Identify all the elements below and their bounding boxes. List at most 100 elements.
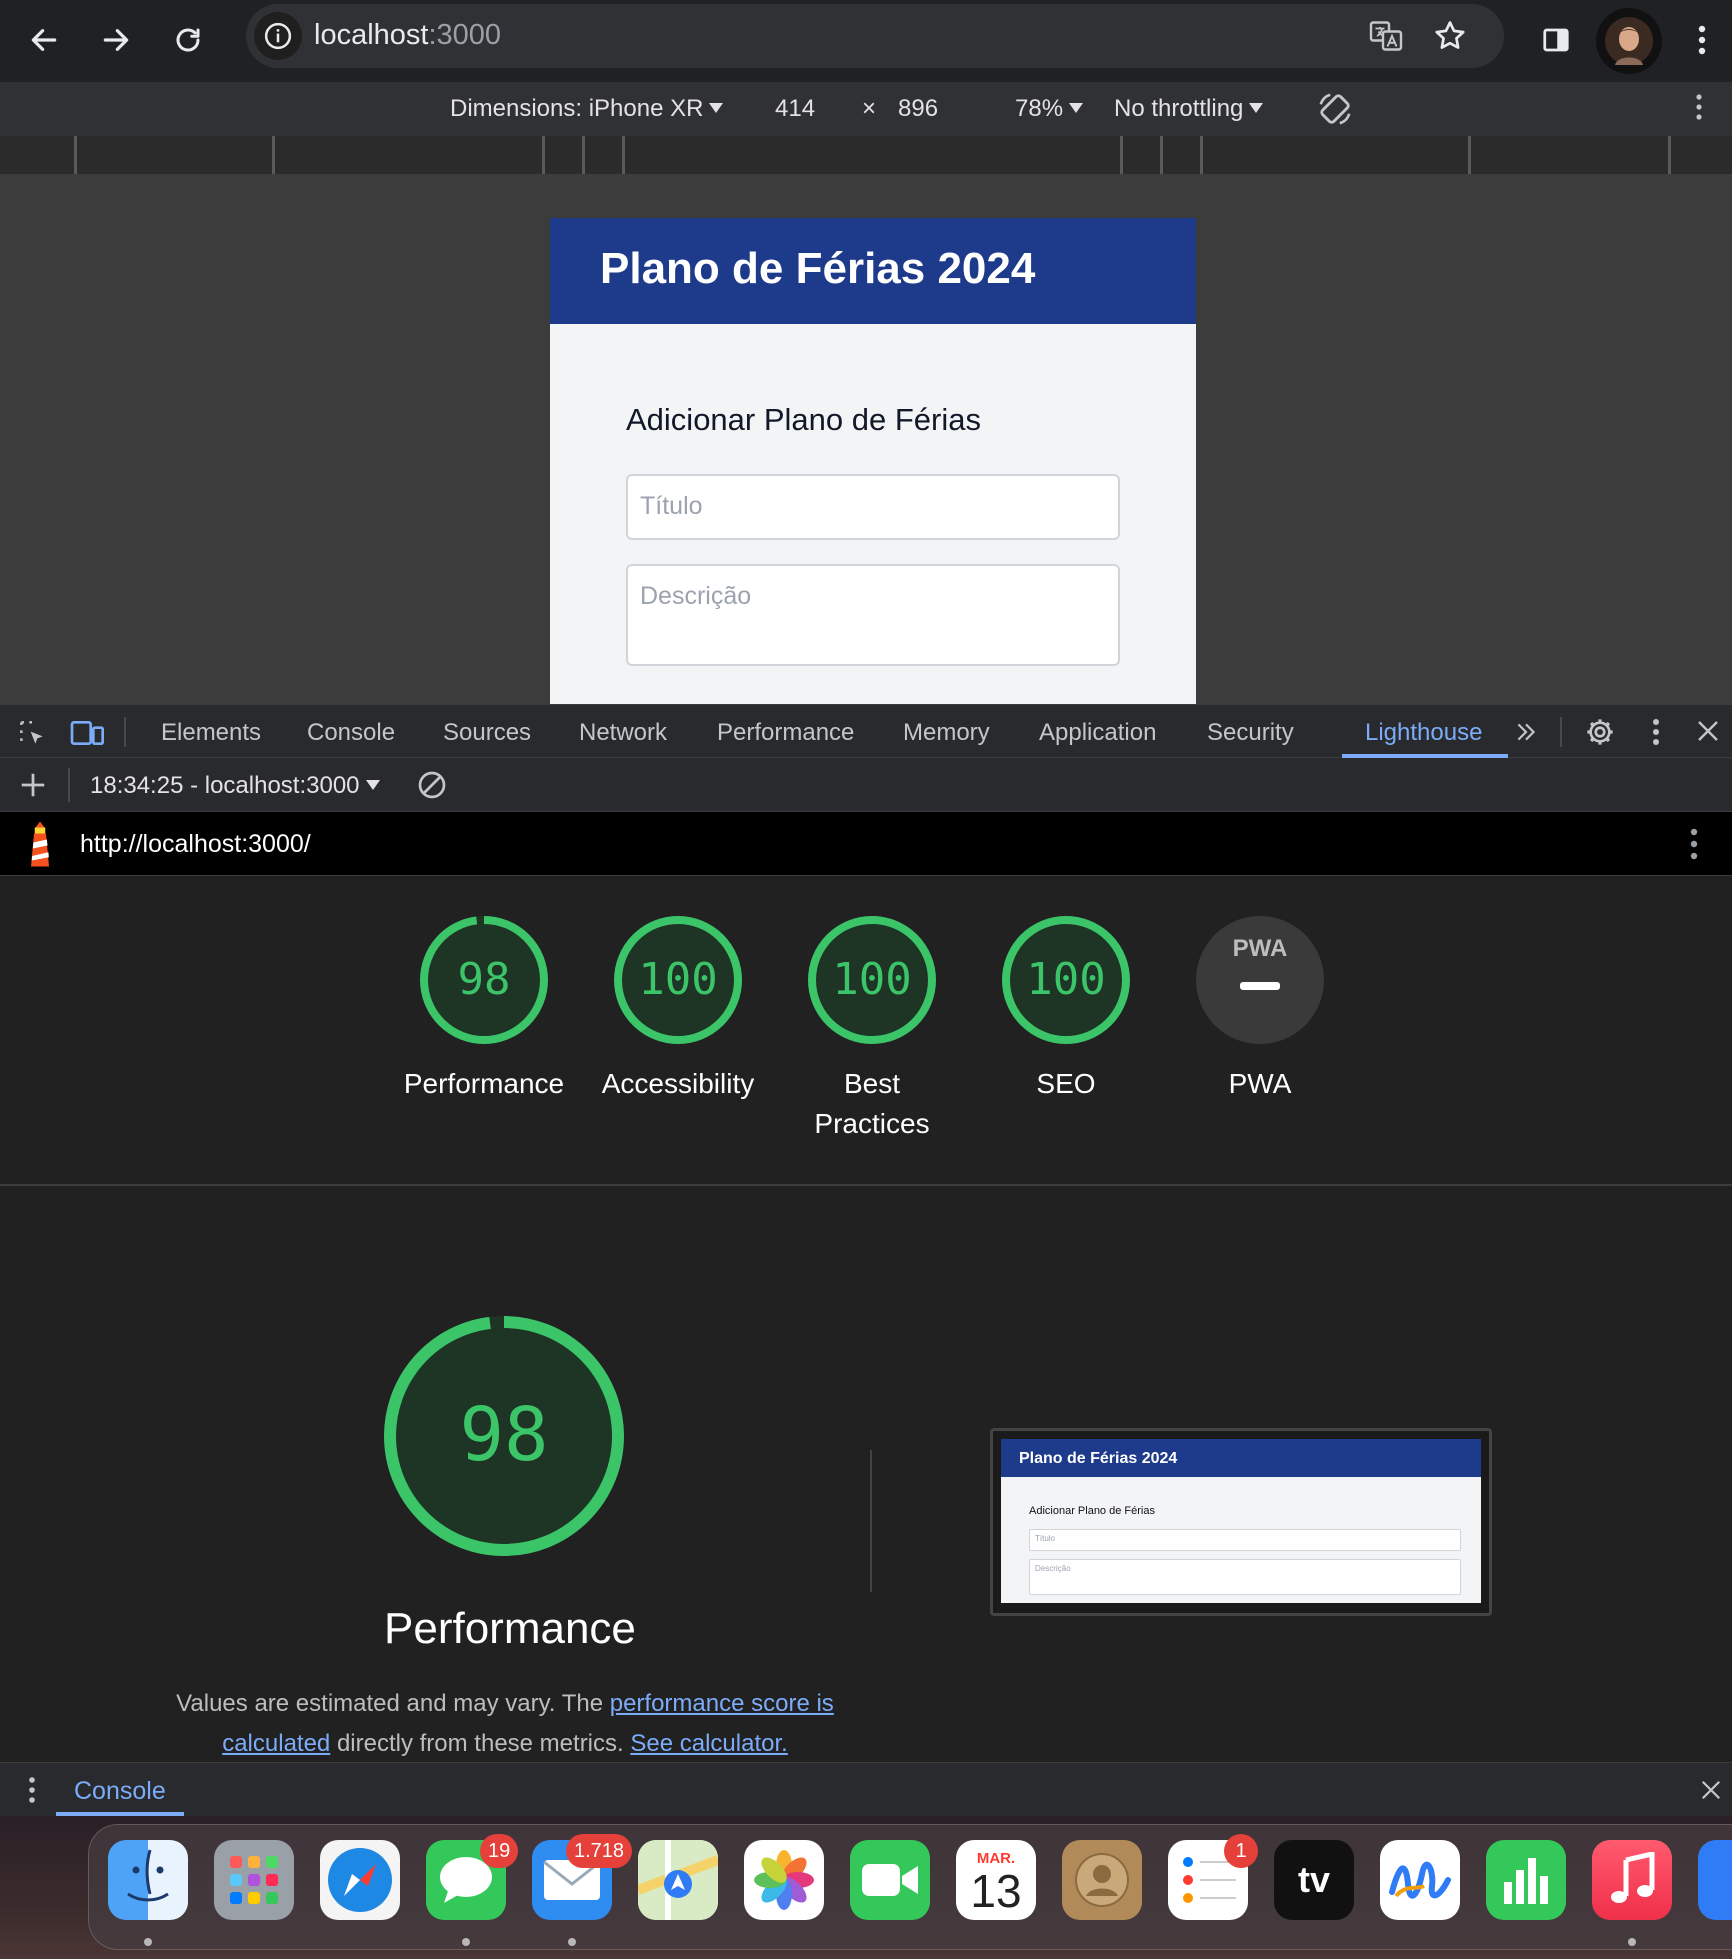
dimensions-dropdown[interactable]: Dimensions: iPhone XR xyxy=(450,95,724,123)
music-running-indicator xyxy=(1628,1938,1636,1946)
media-query-ruler[interactable] xyxy=(0,136,1732,176)
gauge-performance[interactable]: 98 xyxy=(418,914,550,1046)
title-placeholder: Título xyxy=(640,492,703,520)
gauge-label-best-practices: Best Practices xyxy=(814,1068,930,1139)
launchpad-icon[interactable] xyxy=(214,1840,294,1920)
app-store-icon-partial[interactable] xyxy=(1698,1840,1732,1920)
devtools-menu-icon[interactable] xyxy=(1652,718,1660,746)
site-info-icon[interactable] xyxy=(254,12,302,60)
reminders-badge: 1 xyxy=(1224,1834,1258,1868)
zoom-label: 78% xyxy=(1015,95,1064,122)
back-arrow-icon[interactable] xyxy=(16,12,72,68)
times-sign: × xyxy=(862,95,877,122)
see-calculator-link[interactable]: See calculator. xyxy=(630,1730,787,1757)
drawer-tab-console[interactable]: Console xyxy=(74,1777,166,1806)
app-header: Plano de Férias 2024 xyxy=(550,218,1196,324)
device-toolbar-menu-icon[interactable] xyxy=(1696,94,1702,120)
tab-security[interactable]: Security xyxy=(1207,719,1294,747)
report-selector-label: 18:34:25 - localhost:3000 xyxy=(90,772,360,799)
side-panel-icon[interactable] xyxy=(1528,12,1584,68)
more-tabs-chevron-icon[interactable] xyxy=(1512,719,1540,745)
tab-network[interactable]: Network xyxy=(579,719,667,747)
gauge-value: 100 xyxy=(1026,954,1105,1005)
gauge-value: 98 xyxy=(458,954,511,1005)
title-input[interactable]: Título xyxy=(626,474,1120,540)
drawer-menu-icon[interactable] xyxy=(28,1777,36,1803)
safari-icon[interactable] xyxy=(320,1840,400,1920)
photos-icon[interactable] xyxy=(744,1840,824,1920)
messages-running-indicator xyxy=(462,1938,470,1946)
console-drawer: Console xyxy=(0,1762,1732,1816)
kebab-menu-icon[interactable] xyxy=(1674,12,1730,68)
width-input[interactable]: 414 xyxy=(775,95,815,123)
tab-console[interactable]: Console xyxy=(307,719,395,747)
tab-performance[interactable]: Performance xyxy=(717,719,854,747)
url-host: localhost xyxy=(314,19,429,51)
calendar-icon[interactable]: MAR. 13 xyxy=(956,1840,1036,1920)
thumbnail-title: Plano de Férias 2024 xyxy=(1019,1450,1178,1467)
inspect-element-icon[interactable] xyxy=(16,717,48,749)
tab-sources[interactable]: Sources xyxy=(443,719,531,747)
url-text[interactable]: localhost:3000 xyxy=(314,19,501,52)
close-drawer-icon[interactable] xyxy=(1700,1779,1722,1801)
performance-main-label: Performance xyxy=(384,1604,636,1653)
gauge-best-practices[interactable]: 100 xyxy=(806,914,938,1046)
zoom-dropdown[interactable]: 78% xyxy=(1015,95,1084,123)
devtools-tab-bar: Elements Console Sources Network Perform… xyxy=(0,704,1732,758)
final-screenshot-thumbnail[interactable]: Plano de Férias 2024 Adicionar Plano de … xyxy=(990,1428,1492,1616)
close-devtools-icon[interactable] xyxy=(1696,719,1720,743)
apple-tv-icon[interactable]: tv xyxy=(1274,1840,1354,1920)
facetime-icon[interactable] xyxy=(850,1840,930,1920)
description-placeholder: Descrição xyxy=(640,582,752,610)
caret-down-icon xyxy=(1249,103,1264,113)
contacts-icon[interactable] xyxy=(1062,1840,1142,1920)
report-menu-icon[interactable] xyxy=(1690,828,1698,860)
gauge-accessibility[interactable]: 100 xyxy=(612,914,744,1046)
description-textarea[interactable]: Descrição xyxy=(626,564,1120,666)
app-title: Plano de Férias 2024 xyxy=(600,244,1036,293)
tab-memory[interactable]: Memory xyxy=(903,719,990,747)
new-report-plus-icon[interactable] xyxy=(18,770,48,800)
form-heading: Adicionar Plano de Férias xyxy=(626,402,981,437)
finder-icon[interactable] xyxy=(108,1840,188,1920)
calendar-day: 13 xyxy=(970,1864,1022,1917)
messages-badge: 19 xyxy=(480,1834,519,1868)
main-gauge-value: 98 xyxy=(459,1392,548,1478)
gauge-seo[interactable]: 100 xyxy=(1000,914,1132,1046)
report-url-bar: http://localhost:3000/ xyxy=(0,812,1732,876)
lighthouse-report-toolbar: 18:34:25 - localhost:3000 xyxy=(0,758,1732,812)
forward-arrow-icon[interactable] xyxy=(88,12,144,68)
translate-icon[interactable] xyxy=(1368,18,1404,54)
settings-gear-icon[interactable] xyxy=(1584,716,1616,748)
mail-badge: 1.718 xyxy=(566,1834,633,1868)
throttling-dropdown[interactable]: No throttling xyxy=(1114,95,1264,123)
mail-running-indicator xyxy=(568,1938,576,1946)
tab-application[interactable]: Application xyxy=(1039,719,1156,747)
report-selector-dropdown[interactable]: 18:34:25 - localhost:3000 xyxy=(90,772,380,800)
maps-icon[interactable] xyxy=(638,1840,718,1920)
caret-down-icon xyxy=(1069,103,1084,113)
performance-main-gauge[interactable]: 98 xyxy=(382,1314,626,1558)
device-toolbar: Dimensions: iPhone XR 414 × 896 78% No t… xyxy=(0,82,1732,136)
metrics-note: Values are estimated and may vary. The p… xyxy=(170,1684,840,1764)
report-url[interactable]: http://localhost:3000/ xyxy=(80,830,311,859)
device-toolbar-toggle-icon[interactable] xyxy=(70,717,106,749)
reload-icon[interactable] xyxy=(160,12,216,68)
bookmark-star-icon[interactable] xyxy=(1432,18,1468,54)
thumbnail-form-heading: Adicionar Plano de Férias xyxy=(1029,1505,1155,1517)
numbers-icon[interactable] xyxy=(1486,1840,1566,1920)
tab-lighthouse[interactable]: Lighthouse xyxy=(1365,719,1482,747)
music-icon[interactable] xyxy=(1592,1840,1672,1920)
tab-elements[interactable]: Elements xyxy=(161,719,261,747)
thumbnail-description-placeholder: Descrição xyxy=(1035,1564,1071,1573)
profile-avatar[interactable] xyxy=(1596,8,1662,74)
note-prefix: Values are estimated and may vary. The xyxy=(176,1690,610,1717)
pwa-badge-text: PWA xyxy=(1233,935,1288,962)
clear-reports-icon[interactable] xyxy=(416,769,448,801)
emulated-page: Plano de Férias 2024 Adicionar Plano de … xyxy=(550,218,1196,704)
address-bar[interactable]: localhost:3000 xyxy=(246,4,1504,68)
freeform-icon[interactable] xyxy=(1380,1840,1460,1920)
rotate-icon[interactable] xyxy=(1316,90,1354,128)
height-input[interactable]: 896 xyxy=(898,95,938,123)
gauge-pwa[interactable]: PWA xyxy=(1194,914,1326,1046)
